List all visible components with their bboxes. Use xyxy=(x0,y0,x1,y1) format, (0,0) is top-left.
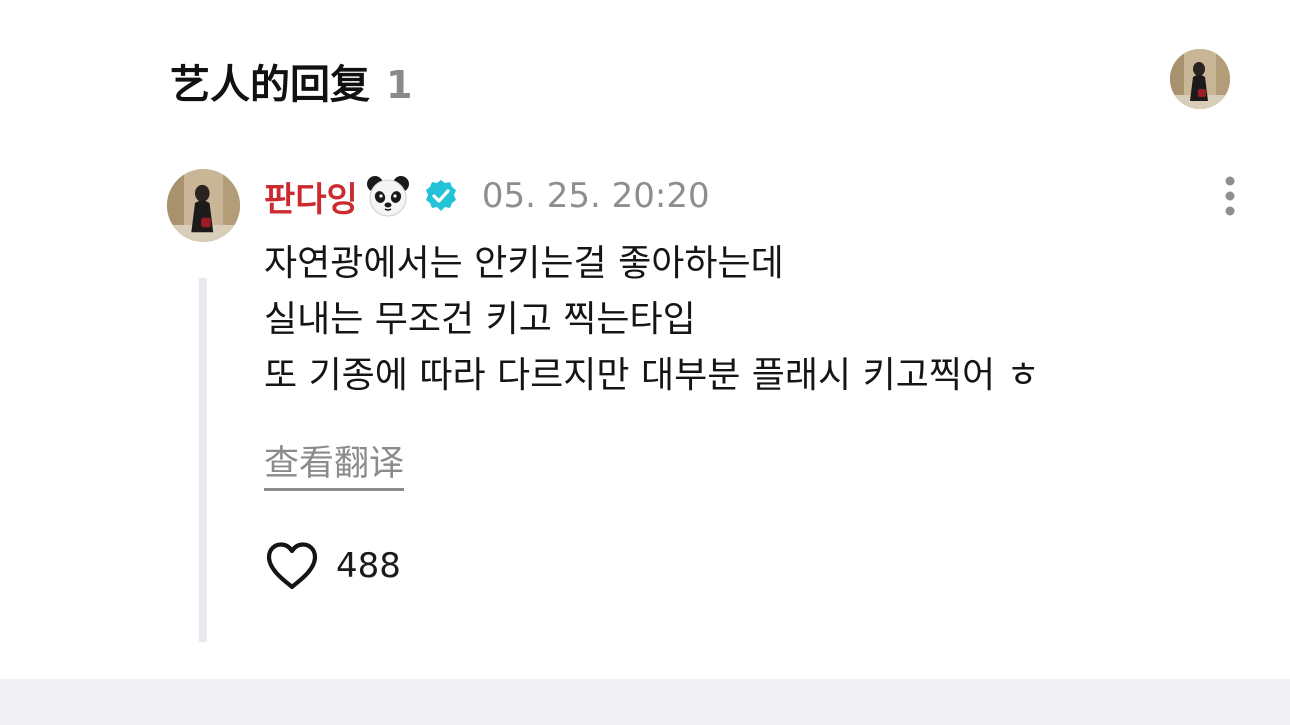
like-count: 488 xyxy=(336,546,401,586)
more-options-button[interactable] xyxy=(1210,174,1250,218)
vertical-ellipsis-icon xyxy=(1225,176,1235,216)
artist-replies-panel: 艺人的回复 1 판다잉 05. 25. 20:20 자연광에서는 안키는걸 좋아… xyxy=(0,0,1290,725)
section-title: 艺人的回复 xyxy=(170,62,370,108)
heart-outline-icon xyxy=(266,542,318,590)
commenter-avatar[interactable] xyxy=(167,169,240,242)
thread-line xyxy=(199,278,207,642)
comment-text: 자연광에서는 안키는걸 좋아하는데 실내는 무조건 키고 찍는타입 또 기종에 … xyxy=(264,236,1244,404)
section-header: 艺人的回复 1 xyxy=(170,52,412,110)
reply-count: 1 xyxy=(386,63,413,107)
comment-line: 또 기종에 따라 다르지만 대부분 플래시 키고찍어 ㅎ xyxy=(264,355,1040,396)
like-button[interactable]: 488 xyxy=(264,538,401,594)
panda-face-icon xyxy=(366,176,409,217)
see-translation-link[interactable]: 查看翻译 xyxy=(264,441,405,491)
bottom-divider-bar xyxy=(0,679,1290,725)
comment-line: 자연광에서는 안키는걸 좋아하는데 xyxy=(264,243,784,284)
verified-badge-icon xyxy=(425,180,456,211)
comment-line: 실내는 무조건 키고 찍는타입 xyxy=(264,299,696,340)
comment-timestamp: 05. 25. 20:20 xyxy=(481,176,710,216)
current-user-avatar[interactable] xyxy=(1170,49,1230,109)
comment-header: 판다잉 05. 25. 20:20 xyxy=(264,172,710,220)
commenter-username[interactable]: 판다잉 xyxy=(264,172,358,221)
